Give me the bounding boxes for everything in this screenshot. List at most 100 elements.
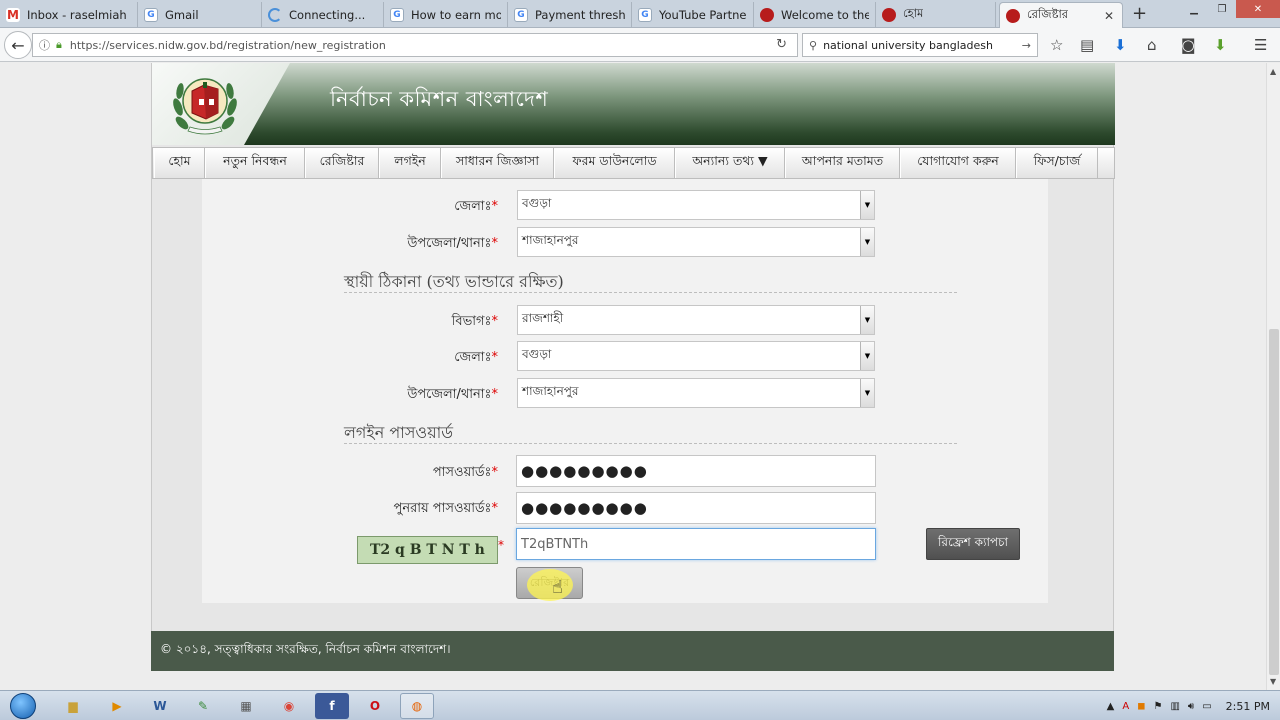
site-title: নির্বাচন কমিশন বাংলাদেশ (330, 87, 549, 111)
scroll-up-icon[interactable]: ▲ (1270, 67, 1276, 76)
show-hidden-icons-icon[interactable]: ▲ (1107, 701, 1115, 712)
tab-title: Inbox - raselmiah (27, 7, 127, 22)
menu-item-login[interactable]: লগইন (379, 148, 441, 178)
tab-home[interactable]: হোম (876, 2, 996, 27)
refresh-captcha-button[interactable]: রিফ্রেশ ক্যাপচা (926, 528, 1020, 560)
tab-youtube-partner[interactable]: G YouTube Partner (632, 2, 754, 27)
copyright-text: © ২০১৪, সত্ত্বাধিকার সংরক্ষিত, নির্বাচন … (160, 642, 451, 656)
minimize-icon[interactable]: ▁ (1180, 0, 1208, 18)
page-viewport: নির্বাচন কমিশন বাংলাদেশ হোম নতুন নিবন্ধন… (0, 63, 1266, 690)
notepad-icon[interactable]: ✎ (186, 693, 220, 719)
volume-icon[interactable]: 🔊︎ (1188, 701, 1194, 712)
chrome-icon[interactable]: ◉ (272, 693, 306, 719)
addon-download-icon[interactable]: ⬇ (1214, 36, 1227, 54)
scrollbar-thumb[interactable] (1269, 329, 1279, 675)
permanent-division-select[interactable]: রাজশাহী ▼ (517, 305, 875, 335)
calculator-icon[interactable]: ▦ (229, 693, 263, 719)
site-banner: নির্বাচন কমিশন বাংলাদেশ (152, 63, 1115, 145)
back-button[interactable]: ← (4, 31, 32, 59)
present-upazila-select[interactable]: শাজাহানপুর ▼ (517, 227, 875, 257)
menu-item-form-download[interactable]: ফরম ডাউনলোড (554, 148, 675, 178)
dropdown-arrow-icon: ▼ (860, 191, 874, 219)
menu-item-contact[interactable]: যোগাযোগ করুন (900, 148, 1016, 178)
menu-item-register[interactable]: রেজিষ্টার (305, 148, 379, 178)
select-value: শাজাহানপুর (522, 233, 579, 247)
tray-app-icon[interactable]: ◼ (1137, 701, 1145, 712)
tab-gmail[interactable]: G Gmail (138, 2, 262, 27)
menu-item-home[interactable]: হোম (154, 148, 205, 178)
facebook-icon[interactable]: f (315, 693, 349, 719)
select-value: বগুড়া (522, 347, 552, 361)
district-label: জেলাঃ* (454, 348, 498, 369)
pocket-icon[interactable]: ◙ (1181, 36, 1196, 54)
media-player-icon[interactable]: ▶ (100, 693, 134, 719)
scroll-down-icon[interactable]: ▼ (1270, 677, 1276, 686)
permanent-upazila-select[interactable]: শাজাহানপুর ▼ (517, 378, 875, 408)
permanent-district-select[interactable]: বগুড়া ▼ (517, 341, 875, 371)
search-box[interactable]: ⚲ national university bangladesh → (802, 33, 1038, 57)
required-mark: * (491, 199, 499, 214)
reading-list-icon[interactable]: ▤ (1080, 36, 1094, 54)
captcha-input[interactable]: T2qBTNTh (516, 528, 876, 560)
tab-title: YouTube Partner (659, 7, 747, 22)
tab-register[interactable]: রেজিষ্টার ✕ (999, 2, 1123, 28)
label-text: বিভাগঃ (451, 314, 492, 329)
acrobat-icon[interactable]: A (1122, 701, 1129, 712)
tray-misc-icon[interactable]: ▭ (1202, 701, 1211, 712)
system-tray: ▲ A ◼ ⚑ ▥ 🔊︎ ▭ 2:51 PM (1099, 691, 1280, 720)
menu-item-faq[interactable]: সাধারন জিজ্ঞাসা (441, 148, 554, 178)
upazila-label: উপজেলা/থানাঃ* (407, 234, 498, 255)
present-district-select[interactable]: বগুড়া ▼ (517, 190, 875, 220)
browser-tab-strip: M Inbox - raselmiah G Gmail Connecting..… (0, 0, 1280, 28)
opera-icon[interactable]: O (358, 693, 392, 719)
section-divider (344, 443, 957, 444)
menu-item-new-registration[interactable]: নতুন নিবন্ধন (205, 148, 305, 178)
nidw-icon (882, 7, 896, 22)
menu-item-feedback[interactable]: আপনার মতামত (785, 148, 900, 178)
window-close-icon[interactable]: ✕ (1236, 0, 1280, 18)
maximize-icon[interactable]: ❐ (1208, 0, 1236, 18)
confirm-password-input[interactable]: ●●●●●●●●● (516, 492, 876, 524)
tab-connecting[interactable]: Connecting... (262, 2, 384, 27)
label-text: উপজেলা/থানাঃ (407, 387, 492, 402)
vertical-scrollbar[interactable]: ▲ ▼ (1266, 63, 1280, 690)
tab-how-to-earn[interactable]: G How to earn mor (384, 2, 508, 27)
search-go-icon[interactable]: → (1022, 39, 1031, 52)
required-mark: * (498, 538, 504, 552)
downloads-icon[interactable]: ⬇ (1114, 36, 1127, 54)
label-text: পাসওয়ার্ডঃ (432, 465, 492, 480)
tab-inbox[interactable]: M Inbox - raselmiah (0, 2, 138, 27)
firefox-icon[interactable]: ◍ (400, 693, 434, 719)
tab-title: Connecting... (289, 7, 366, 22)
google-icon: G (144, 7, 158, 22)
close-tab-icon[interactable]: ✕ (1104, 9, 1114, 23)
required-mark: * (491, 501, 499, 516)
label-text: জেলাঃ (454, 199, 492, 214)
page-container: নির্বাচন কমিশন বাংলাদেশ হোম নতুন নিবন্ধন… (151, 63, 1115, 631)
menu-icon[interactable]: ☰ (1254, 36, 1267, 54)
windows-taskbar: ▆ ▶ W ✎ ▦ ◉ f O ◍ ▲ A ◼ ⚑ ▥ 🔊︎ ▭ 2:51 PM (0, 690, 1280, 720)
election-commission-logo (173, 78, 237, 135)
windows-logo-icon (10, 693, 36, 719)
tab-welcome[interactable]: Welcome to the (754, 2, 876, 27)
clock[interactable]: 2:51 PM (1226, 700, 1270, 713)
new-tab-button[interactable]: + (1132, 3, 1147, 24)
google-icon: G (514, 7, 528, 22)
explorer-icon[interactable]: ▆ (56, 693, 90, 719)
start-button[interactable] (6, 691, 40, 720)
reload-icon[interactable]: ↻ (776, 37, 787, 52)
tab-payment-threshold[interactable]: G Payment thresho (508, 2, 632, 27)
menu-item-fees[interactable]: ফিস/চার্জ (1016, 148, 1098, 178)
bookmark-star-icon[interactable]: ☆ (1050, 36, 1063, 54)
action-center-icon[interactable]: ⚑ (1153, 701, 1162, 712)
tab-title: Gmail (165, 7, 199, 22)
required-mark: * (491, 314, 499, 329)
home-icon[interactable]: ⌂ (1147, 36, 1157, 54)
captcha-image-text: T2 q B T N T h (370, 542, 485, 558)
address-bar[interactable]: ⓘ 🔒︎ https://services.nidw.gov.bd/regist… (32, 33, 798, 57)
password-input[interactable]: ●●●●●●●●● (516, 455, 876, 487)
word-icon[interactable]: W (143, 693, 177, 719)
network-icon[interactable]: ▥ (1170, 701, 1179, 712)
tab-title: রেজিষ্টার (1027, 7, 1069, 21)
menu-item-other-info[interactable]: অন্যান্য তথ্য ▼ (675, 148, 785, 178)
